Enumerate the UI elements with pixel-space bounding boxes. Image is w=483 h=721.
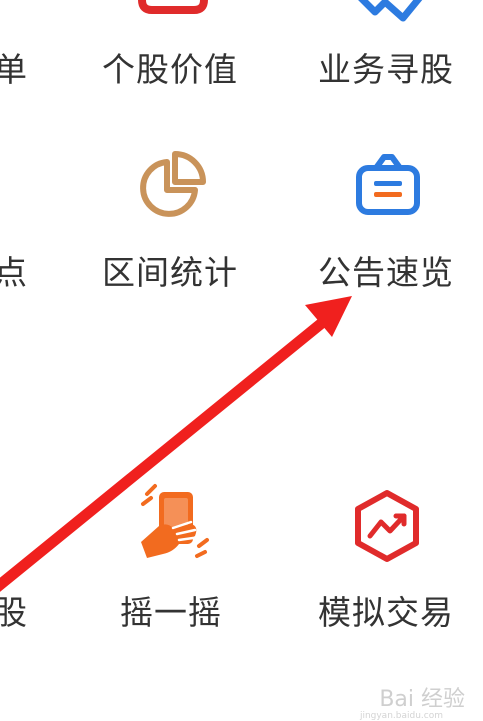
partial-label-row3: 股 [0, 593, 28, 632]
pie-chart-icon[interactable] [135, 148, 209, 220]
interval-stats-label[interactable]: 区间统计 [102, 256, 238, 289]
shake-label[interactable]: 摇一摇 [120, 596, 222, 629]
business-stock-search-label[interactable]: 业务寻股 [318, 53, 454, 86]
watermark-url: jingyan.baidu.com [359, 711, 443, 721]
simulated-trade-label[interactable]: 模拟交易 [318, 596, 454, 629]
chart-icon[interactable] [355, 0, 425, 24]
shake-icon[interactable] [133, 482, 215, 566]
simulated-trade-icon[interactable] [352, 488, 422, 564]
document-icon[interactable] [138, 0, 208, 14]
stock-value-label[interactable]: 个股价值 [102, 53, 238, 86]
announcement-icon[interactable] [352, 150, 424, 220]
announcement-overview-label[interactable]: 公告速览 [318, 256, 454, 289]
watermark-logo: Bai 经验 [379, 687, 465, 712]
partial-label-row1: 单 [0, 50, 28, 89]
partial-label-row2: 点 [0, 253, 28, 292]
